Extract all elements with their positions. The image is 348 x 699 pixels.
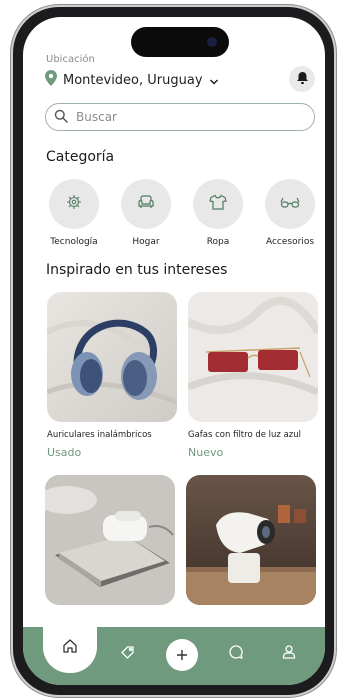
category-accesorios[interactable]: Accesorios	[255, 179, 325, 247]
projector-image	[186, 475, 316, 605]
chat-icon	[228, 644, 244, 664]
sunglasses-image	[188, 292, 318, 422]
wireless-charger-image	[45, 475, 175, 605]
product-name: Gafas con filtro de luz azul	[188, 430, 302, 440]
category-circle	[265, 179, 315, 229]
product-card[interactable]	[45, 475, 175, 605]
category-tecnologia[interactable]: Tecnología	[39, 179, 109, 247]
category-label: Hogar	[132, 237, 160, 247]
app-screen: Ubicación Montevideo, Uruguay Buscar Cat…	[23, 17, 325, 685]
category-list: Tecnología Hogar Ropa Accesorios	[39, 179, 325, 247]
category-label: Tecnología	[50, 237, 98, 247]
interests-title: Inspirado en tus intereses	[46, 262, 228, 278]
search-icon	[54, 108, 68, 127]
location-selector[interactable]: Montevideo, Uruguay	[45, 70, 219, 90]
category-hogar[interactable]: Hogar	[111, 179, 181, 247]
product-card[interactable]	[186, 475, 316, 605]
camera-icon	[207, 37, 217, 47]
category-label: Ropa	[206, 237, 230, 247]
product-condition: Nuevo	[188, 446, 224, 459]
category-circle	[121, 179, 171, 229]
dynamic-island	[131, 27, 229, 57]
product-card[interactable]: Gafas con filtro de luz azul Nuevo	[188, 292, 318, 459]
nav-home-tab[interactable]	[43, 623, 97, 673]
bell-icon	[296, 70, 309, 89]
chip-icon	[66, 194, 82, 214]
notifications-button[interactable]	[289, 66, 315, 92]
nav-profile-button[interactable]	[272, 637, 306, 671]
product-condition: Usado	[47, 446, 82, 459]
headphones-image	[47, 292, 177, 422]
chevron-down-icon	[209, 71, 219, 90]
categories-title: Categoría	[46, 149, 115, 165]
category-circle	[49, 179, 99, 229]
nav-offers-button[interactable]	[111, 637, 145, 671]
tshirt-icon	[209, 194, 227, 214]
armchair-icon	[137, 194, 155, 214]
nav-messages-button[interactable]	[219, 637, 253, 671]
search-input[interactable]	[74, 109, 298, 125]
glasses-icon	[280, 195, 300, 214]
tag-icon	[120, 644, 136, 664]
location-pin-icon	[45, 70, 57, 90]
bottom-navigation	[23, 623, 325, 685]
search-bar[interactable]	[45, 103, 315, 131]
add-icon	[176, 646, 188, 665]
home-icon	[62, 638, 78, 658]
category-label: Accesorios	[265, 237, 315, 247]
phone-power-button	[334, 178, 337, 236]
location-label: Ubicación	[46, 54, 95, 65]
location-value: Montevideo, Uruguay	[63, 72, 203, 88]
category-circle	[193, 179, 243, 229]
category-ropa[interactable]: Ropa	[183, 179, 253, 247]
product-name: Auriculares inalámbricos	[47, 430, 152, 440]
nav-add-button[interactable]	[166, 639, 198, 671]
profile-icon	[281, 644, 297, 664]
product-card[interactable]: Auriculares inalámbricos Usado	[47, 292, 177, 459]
